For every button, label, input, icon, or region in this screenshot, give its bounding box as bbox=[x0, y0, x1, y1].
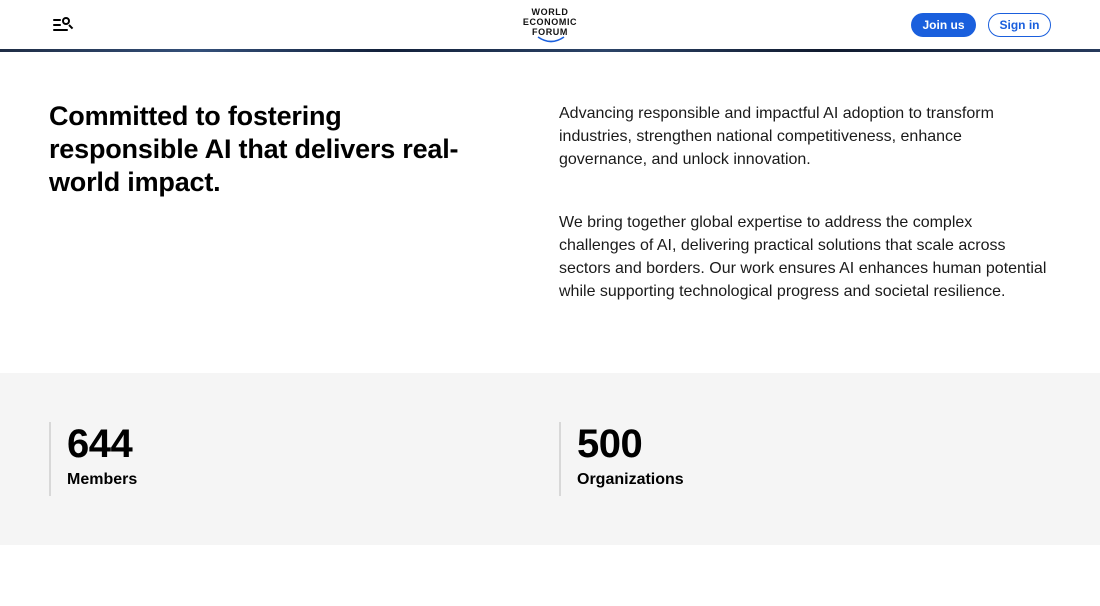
logo-line: WORLD bbox=[531, 7, 569, 17]
stat-value: 644 bbox=[67, 422, 133, 466]
menu-search-button[interactable] bbox=[52, 14, 76, 36]
stat-label: Organizations bbox=[577, 471, 684, 488]
search-icon-handle bbox=[68, 24, 74, 30]
wef-logo[interactable]: WORLD ECONOMIC FORUM bbox=[510, 7, 590, 45]
menu-icon bbox=[53, 19, 61, 21]
logo-line: ECONOMIC bbox=[522, 17, 578, 27]
stat-label: Members bbox=[67, 471, 138, 488]
site-header: WORLD ECONOMIC FORUM Join us Sign in bbox=[0, 0, 1100, 52]
join-us-button[interactable]: Join us bbox=[911, 13, 976, 37]
hero-image-strip bbox=[0, 49, 1100, 52]
page-headline: Committed to fostering responsible AI th… bbox=[49, 101, 459, 197]
menu-icon-line bbox=[53, 24, 61, 26]
stat-value: 500 bbox=[577, 422, 643, 466]
stat-members: 644 Members bbox=[49, 422, 137, 496]
sign-in-button[interactable]: Sign in bbox=[988, 13, 1051, 37]
stats-section: 644 Members 500 Organizations bbox=[0, 373, 1100, 545]
logo-arc-icon bbox=[537, 36, 565, 43]
intro-paragraph: We bring together global expertise to ad… bbox=[559, 214, 1047, 300]
menu-icon-line bbox=[53, 29, 68, 31]
stat-organizations: 500 Organizations bbox=[559, 422, 684, 496]
intro-paragraph: Advancing responsible and impactful AI a… bbox=[559, 105, 994, 168]
